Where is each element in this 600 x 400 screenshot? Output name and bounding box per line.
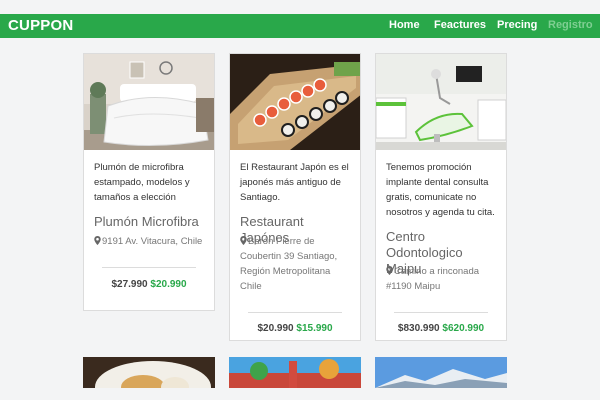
nav-link-features[interactable]: Feactures [434,19,486,31]
deal-image-duvet[interactable] [84,54,214,150]
nav-link-pricing[interactable]: Precing [497,19,537,31]
map-marker-icon [240,236,247,245]
deal-name[interactable]: Plumón Microfibra [94,214,208,230]
deal-address-text: 9191 Av. Vitacura, Chile [102,236,203,247]
nav-link-registro[interactable]: Registro [548,19,593,31]
deal-address-text: Camino a rinconada #1190 Maipu [386,266,480,292]
map-marker-icon [94,236,101,245]
deal-prices: $20.990 $15.990 [230,323,360,334]
new-price: $20.990 [150,279,187,290]
map-marker-icon [386,266,393,275]
deal-address-text: Barón Pierre de Coubertin 39 Santiago, R… [240,236,338,292]
deal-card[interactable]: Plumón de microfibra estampado, modelos … [83,53,215,311]
deal-image-sushi[interactable] [230,54,360,150]
deal-address: Camino a rinconada #1190 Maipu [386,264,498,294]
deal-description: Plumón de microfibra estampado, modelos … [94,162,190,203]
new-price: $15.990 [296,323,333,334]
deal-prices: $830.990 $620.990 [376,323,506,334]
deal-image-food[interactable] [83,357,215,388]
card-divider [394,312,488,313]
nav-link-home[interactable]: Home [389,19,420,31]
deal-image-mountains[interactable] [375,357,507,388]
deal-address: 9191 Av. Vitacura, Chile [94,234,206,249]
old-price: $20.990 [257,323,294,334]
deal-image-dental[interactable] [376,54,506,150]
deal-card[interactable]: El Restaurant Japón es el japonés más an… [229,53,361,341]
deal-prices: $27.990 $20.990 [84,279,214,290]
new-price: $620.990 [442,323,485,334]
old-price: $27.990 [111,279,148,290]
deal-address: Barón Pierre de Coubertin 39 Santiago, R… [240,234,352,294]
brand-logo[interactable]: CUPPON [8,17,73,34]
navbar: CUPPON Home Feactures Precing Registro [0,14,600,38]
deal-description: Tenemos promoción implante dental consul… [386,162,495,218]
card-divider [248,312,342,313]
deal-description: El Restaurant Japón es el japonés más an… [240,162,349,203]
deal-image-amusement-park[interactable] [229,357,361,388]
card-divider [102,267,196,268]
old-price: $830.990 [397,323,440,334]
deal-card[interactable]: Tenemos promoción implante dental consul… [375,53,507,341]
